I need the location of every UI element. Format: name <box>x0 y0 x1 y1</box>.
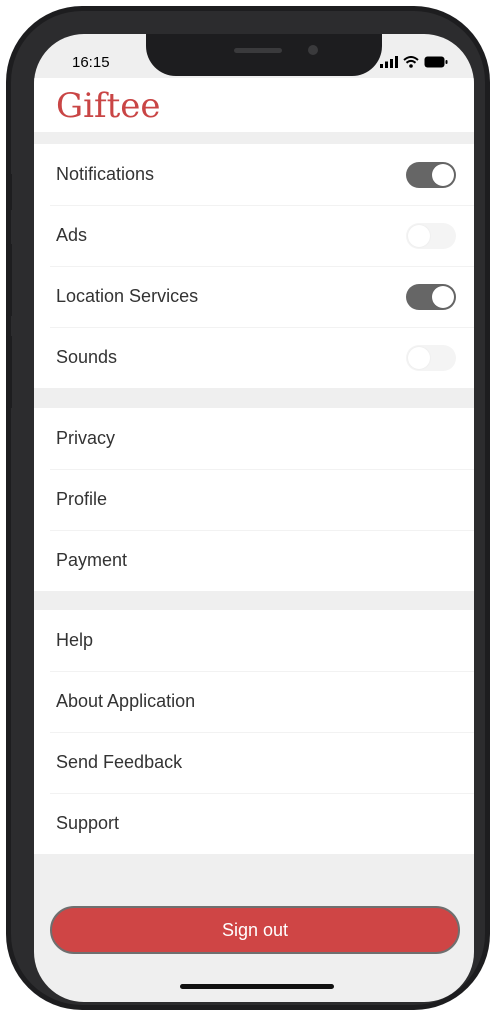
wifi-icon <box>403 56 419 68</box>
camera <box>308 45 318 55</box>
setting-label: Notifications <box>56 164 155 184</box>
speaker <box>234 48 282 53</box>
toggle-knob <box>408 347 430 369</box>
support-settings-group: Help About Application Send Feedback Sup… <box>34 610 474 854</box>
menu-item-privacy[interactable]: Privacy <box>34 408 474 469</box>
menu-item-about-application[interactable]: About Application <box>34 671 474 732</box>
phone-frame: 16:15 Giftee Notifications Ads Location … <box>6 6 490 1010</box>
battery-icon <box>424 56 448 68</box>
silent-switch <box>6 174 12 210</box>
toggle-knob <box>432 286 454 308</box>
app-header: Giftee <box>34 78 474 132</box>
menu-item-help[interactable]: Help <box>34 610 474 671</box>
notifications-toggle[interactable] <box>406 162 456 188</box>
setting-label: Ads <box>56 225 88 245</box>
status-icons <box>380 56 448 68</box>
toggle-knob <box>432 164 454 186</box>
ads-toggle[interactable] <box>406 223 456 249</box>
setting-row-ads: Ads <box>34 205 474 266</box>
toggle-settings-group: Notifications Ads Location Services Soun… <box>34 144 474 388</box>
toggle-knob <box>408 225 430 247</box>
setting-row-location-services: Location Services <box>34 266 474 327</box>
volume-up-button <box>6 244 12 316</box>
home-indicator[interactable] <box>180 984 334 989</box>
screen: 16:15 Giftee Notifications Ads Location … <box>34 34 474 1002</box>
setting-row-sounds: Sounds <box>34 327 474 388</box>
menu-item-support[interactable]: Support <box>34 793 474 854</box>
setting-row-notifications: Notifications <box>34 144 474 205</box>
sign-out-button[interactable]: Sign out <box>50 906 460 954</box>
menu-item-payment[interactable]: Payment <box>34 530 474 591</box>
app-title: Giftee <box>56 86 161 126</box>
account-settings-group: Privacy Profile Payment <box>34 408 474 591</box>
volume-down-button <box>6 336 12 408</box>
menu-item-profile[interactable]: Profile <box>34 469 474 530</box>
notch <box>146 34 382 76</box>
status-time: 16:15 <box>72 54 110 71</box>
setting-label: Sounds <box>56 347 118 367</box>
location-services-toggle[interactable] <box>406 284 456 310</box>
sounds-toggle[interactable] <box>406 345 456 371</box>
cellular-signal-icon <box>380 56 398 68</box>
menu-item-send-feedback[interactable]: Send Feedback <box>34 732 474 793</box>
setting-label: Location Services <box>56 286 199 306</box>
